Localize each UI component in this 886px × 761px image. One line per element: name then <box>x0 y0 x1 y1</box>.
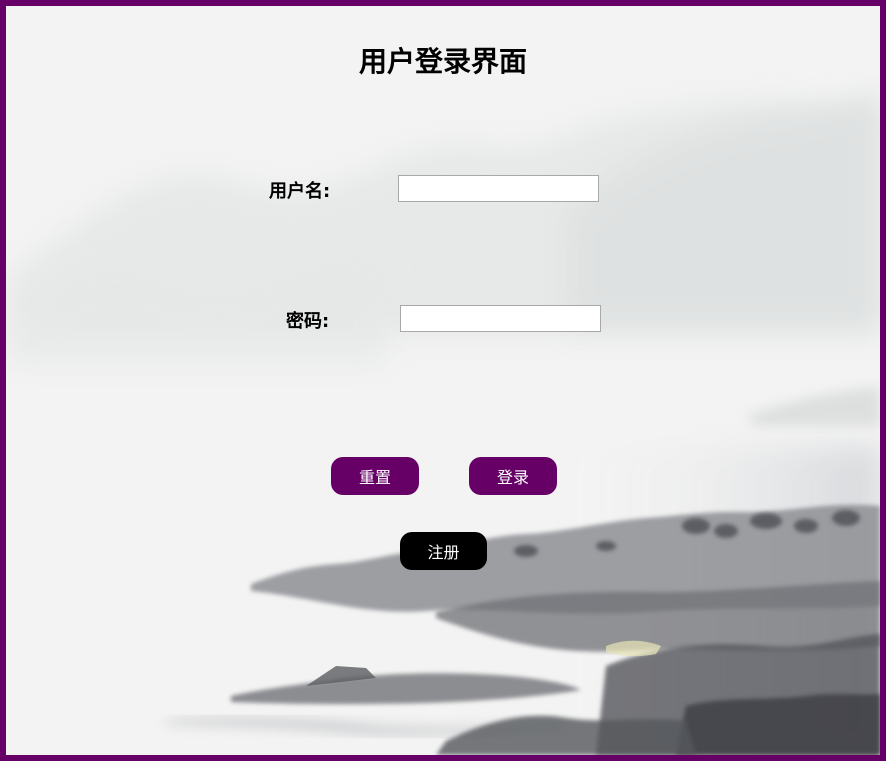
login-page-frame: 用户登录界面 用户名: 密码: 重置 登录 注册 <box>0 0 886 761</box>
username-label: 用户名: <box>269 181 331 202</box>
page-title: 用户登录界面 <box>358 45 527 78</box>
ink-landscape-background <box>6 86 880 755</box>
username-input[interactable] <box>398 175 599 202</box>
password-label: 密码: <box>286 311 330 332</box>
reset-button[interactable]: 重置 <box>331 457 419 495</box>
register-button[interactable]: 注册 <box>400 532 487 570</box>
password-input[interactable] <box>400 305 601 332</box>
login-button[interactable]: 登录 <box>469 457 557 495</box>
